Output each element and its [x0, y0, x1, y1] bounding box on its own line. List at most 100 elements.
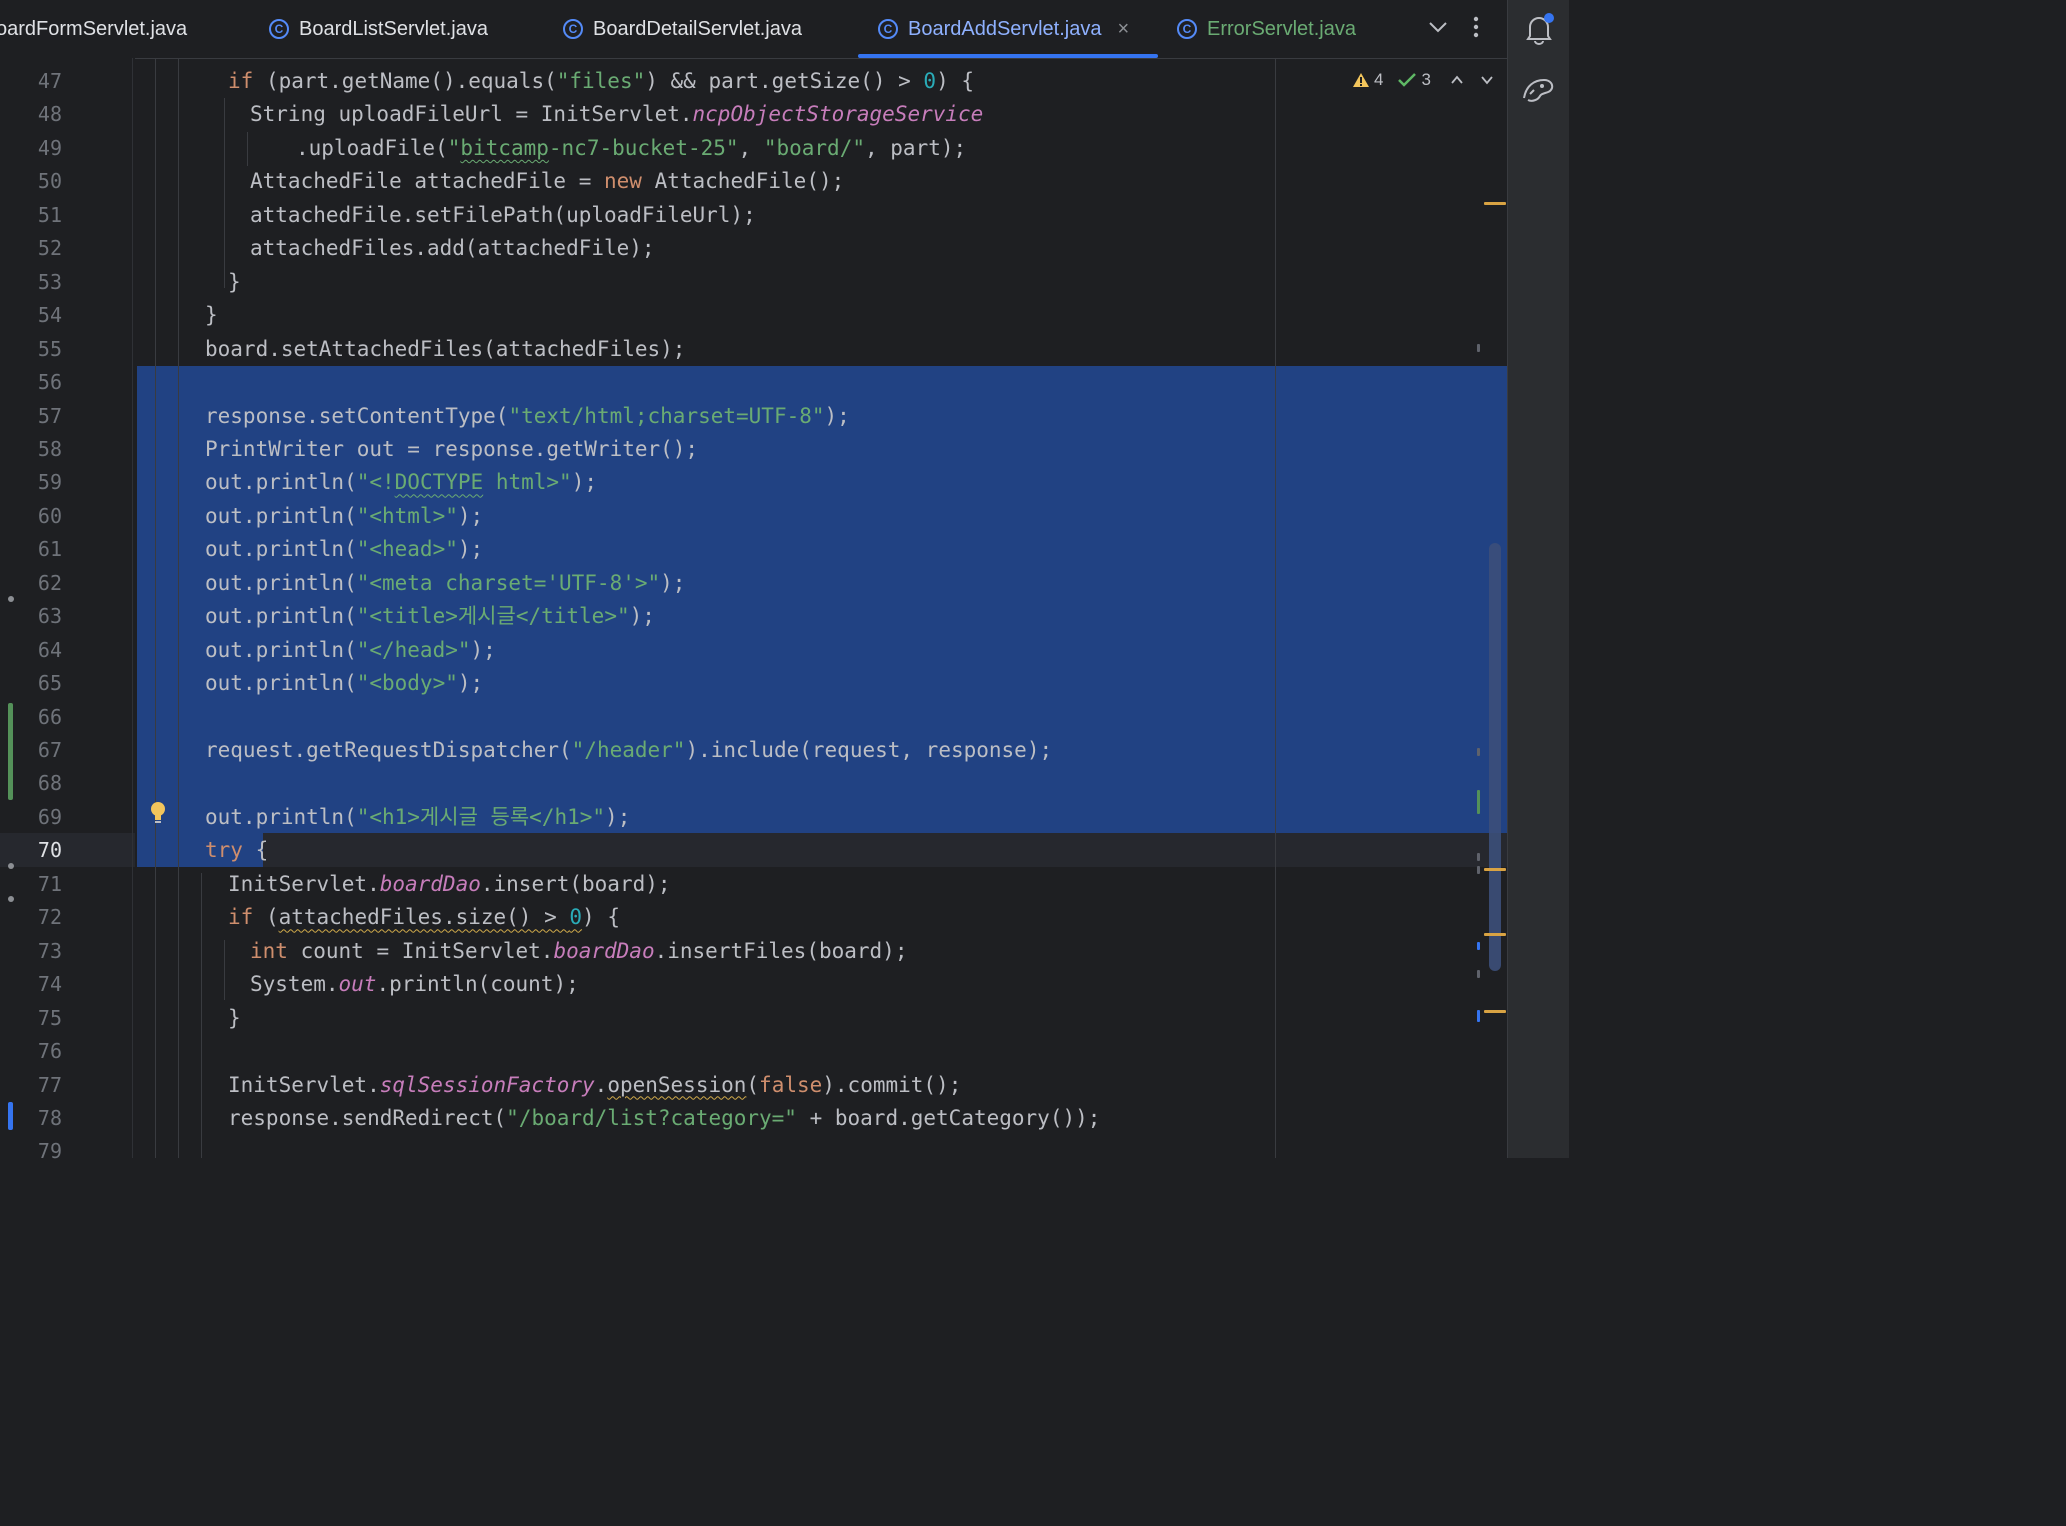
- ai-assistant-icon[interactable]: [1520, 72, 1556, 106]
- warning-stripe-mark[interactable]: [1484, 202, 1506, 205]
- code-token: response.sendRedirect(: [228, 1105, 507, 1130]
- check-icon: [1398, 73, 1417, 87]
- line-number[interactable]: 62: [0, 567, 62, 601]
- code-token: html>": [483, 470, 572, 495]
- warning-stripe-mark[interactable]: [1484, 933, 1506, 936]
- code-token: attachedFile.setFilePath(uploadFileUrl);: [250, 202, 756, 227]
- current-line-highlight: [263, 833, 1507, 867]
- line-number[interactable]: 60: [0, 500, 62, 534]
- line-number[interactable]: 71: [0, 868, 62, 902]
- line-number[interactable]: 51: [0, 199, 62, 233]
- code-token: out.println(: [205, 470, 357, 495]
- inspection-widget[interactable]: 4 3: [1352, 68, 1495, 92]
- line-number[interactable]: 68: [0, 767, 62, 801]
- code-line: out.println("<body>");: [205, 667, 483, 701]
- line-number[interactable]: 58: [0, 433, 62, 467]
- line-number[interactable]: 56: [0, 366, 62, 400]
- line-number[interactable]: 47: [0, 65, 62, 99]
- code-line: board.setAttachedFiles(attachedFiles);: [205, 333, 685, 367]
- line-number[interactable]: 76: [0, 1035, 62, 1069]
- line-number[interactable]: 54: [0, 299, 62, 333]
- line-number[interactable]: 55: [0, 333, 62, 367]
- code-line: out.println("<!DOCTYPE html>");: [205, 466, 597, 500]
- line-number[interactable]: 48: [0, 98, 62, 132]
- stripe-tick: [1477, 748, 1480, 756]
- kebab-menu-icon[interactable]: [1466, 14, 1486, 40]
- line-number[interactable]: 70: [0, 834, 62, 868]
- line-number[interactable]: 52: [0, 232, 62, 266]
- notifications-bell-icon[interactable]: [1522, 12, 1556, 46]
- code-token: out.println(: [205, 503, 357, 528]
- line-number[interactable]: 75: [0, 1002, 62, 1036]
- vcs-stripe-mark: [1477, 790, 1480, 814]
- code-token: ).commit();: [822, 1072, 962, 1097]
- chevron-down-icon[interactable]: [1425, 14, 1451, 40]
- indent-guide: [178, 58, 179, 1158]
- line-number[interactable]: 49: [0, 132, 62, 166]
- code-token: String uploadFileUrl = InitServlet.: [250, 102, 693, 127]
- vertical-scrollbar-thumb[interactable]: [1489, 543, 1501, 971]
- code-token: "<head>": [356, 537, 458, 562]
- stripe-tick: [1477, 866, 1480, 874]
- line-number[interactable]: 67: [0, 734, 62, 768]
- line-number[interactable]: 74: [0, 968, 62, 1002]
- c-class-icon: C: [563, 19, 583, 39]
- code-line: request.getRequestDispatcher("/header").…: [205, 734, 1052, 768]
- lightbulb-icon[interactable]: [147, 800, 169, 826]
- code-line: out.println("<title>게시글</title>");: [205, 600, 655, 634]
- line-number[interactable]: 53: [0, 266, 62, 300]
- code-token: boardDao: [379, 871, 481, 896]
- code-token: );: [824, 403, 850, 428]
- code-token: if: [228, 905, 254, 930]
- indent-guide: [201, 873, 202, 1158]
- code-token: (part.getName().equals(: [253, 69, 557, 93]
- line-number[interactable]: 63: [0, 600, 62, 634]
- right-tool-strip: [1507, 0, 1569, 1158]
- chevron-up-icon[interactable]: [1449, 72, 1465, 88]
- code-token: System.: [250, 972, 339, 997]
- code-token: "<h1>게시글 등록</h1>": [356, 804, 606, 829]
- right-margin-guide: [1275, 58, 1276, 1158]
- code-token: );: [470, 637, 496, 662]
- line-number[interactable]: 73: [0, 935, 62, 969]
- line-number[interactable]: 64: [0, 634, 62, 668]
- warning-stripe-mark[interactable]: [1484, 868, 1506, 871]
- line-number[interactable]: 59: [0, 466, 62, 500]
- code-token: (: [746, 1072, 760, 1097]
- code-token: out.println(: [205, 671, 357, 696]
- line-number[interactable]: 65: [0, 667, 62, 701]
- close-icon[interactable]: ×: [1117, 18, 1129, 41]
- code-token: bitcamp: [460, 135, 549, 160]
- tab-board-add-servlet[interactable]: C BoardAddServlet.java ×: [858, 0, 1158, 58]
- line-number[interactable]: 50: [0, 165, 62, 199]
- code-token: try: [205, 838, 243, 863]
- line-number[interactable]: 61: [0, 533, 62, 567]
- line-number[interactable]: 69: [0, 801, 62, 835]
- chevron-down-icon[interactable]: [1479, 72, 1495, 88]
- tab-board-list-servlet[interactable]: C BoardListServlet.java: [269, 0, 488, 58]
- line-number[interactable]: 79: [0, 1135, 62, 1169]
- code-token: .println(count);: [376, 972, 579, 997]
- line-number[interactable]: 72: [0, 901, 62, 935]
- code-line: InitServlet.sqlSessionFactory.openSessio…: [228, 1069, 961, 1103]
- tab-board-detail-servlet[interactable]: C BoardDetailServlet.java: [563, 0, 802, 58]
- c-class-icon: C: [878, 19, 898, 39]
- tab-label: ErrorServlet.java: [1207, 17, 1356, 40]
- code-editor[interactable]: 47 48 49 50 51 52 53 54 55 56 57 58 59 60 61 62 63 64 65 66…: [0, 58, 1507, 1163]
- code-token: "<title>게시글</title>": [356, 604, 630, 629]
- code-token: "<!: [356, 470, 395, 495]
- line-number[interactable]: 57: [0, 400, 62, 434]
- tab-board-form-servlet[interactable]: oardFormServlet.java: [0, 0, 187, 58]
- code-token: }: [205, 303, 218, 328]
- code-token: board.setAttachedFiles(attachedFiles);: [205, 336, 686, 361]
- code-line: out.println("<h1>게시글 등록</h1>");: [205, 801, 630, 835]
- stripe-tick: [1477, 344, 1480, 352]
- tab-error-servlet[interactable]: C ErrorServlet.java: [1177, 0, 1356, 58]
- warning-stripe-mark[interactable]: [1484, 1010, 1506, 1013]
- code-token: (: [253, 905, 279, 930]
- line-number[interactable]: 77: [0, 1069, 62, 1103]
- code-token: "text/html;charset=UTF-8": [508, 403, 825, 428]
- code-token: 0: [569, 905, 583, 930]
- line-number[interactable]: 78: [0, 1102, 62, 1136]
- line-number[interactable]: 66: [0, 701, 62, 735]
